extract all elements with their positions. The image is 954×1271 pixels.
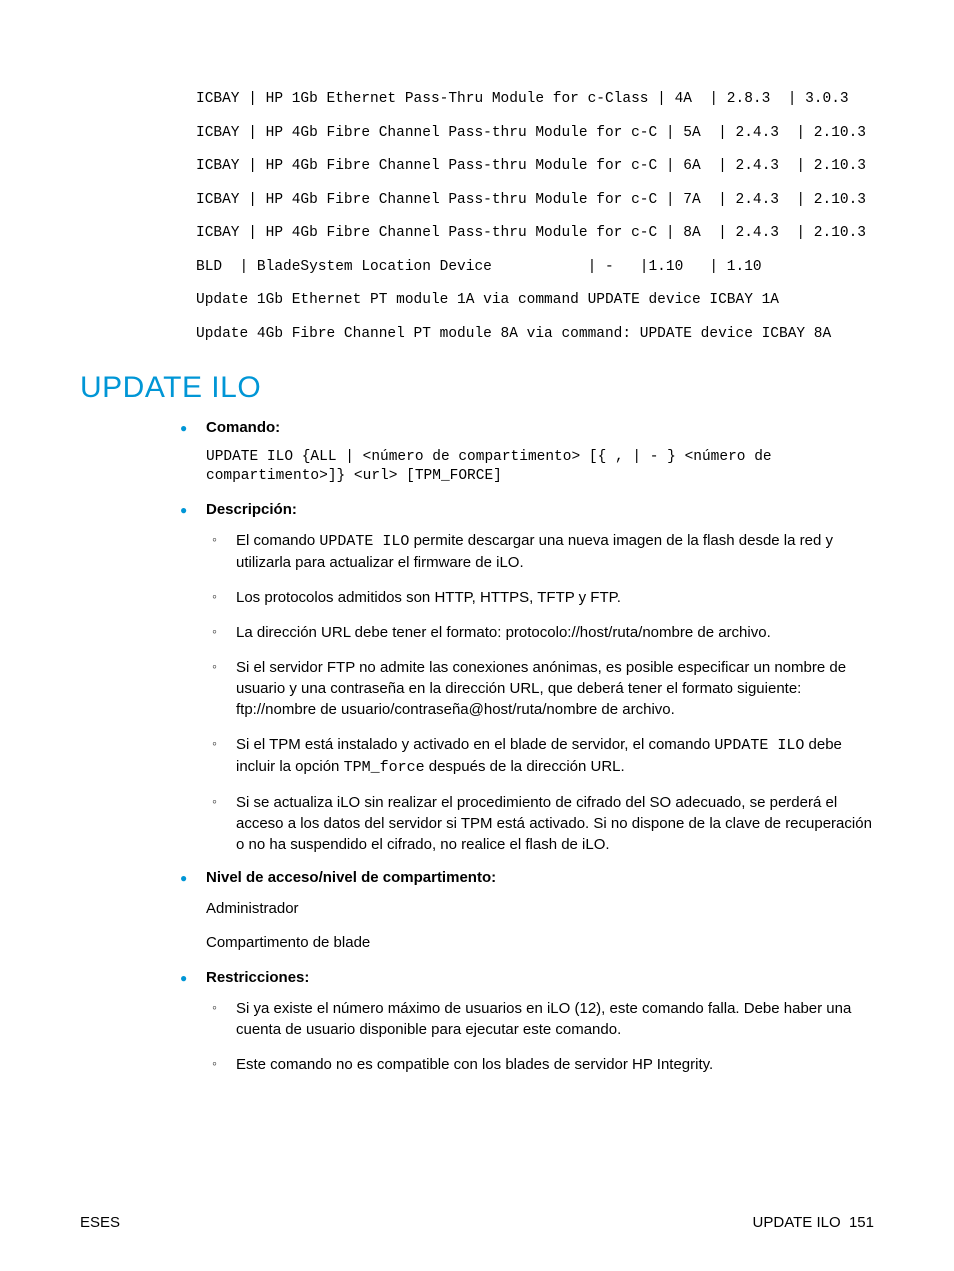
fw-row: ICBAY | HP 4Gb Fibre Channel Pass-thru M… [196,124,874,144]
desc-sub-item: Si se actualiza iLO sin realizar el proc… [212,792,874,855]
descripcion-item: Descripción: El comando UPDATE ILO permi… [180,501,874,855]
fw-note: Update 4Gb Fibre Channel PT module 8A vi… [196,325,874,345]
descripcion-label: Descripción: [206,501,297,518]
inline-code: UPDATE ILO [319,533,409,550]
desc-sub-item: El comando UPDATE ILO permite descargar … [212,530,874,573]
desc-text: El comando [236,532,319,549]
desc-text: después de la dirección URL. [425,758,625,775]
fw-row: BLD | BladeSystem Location Device | - |1… [196,258,874,278]
desc-sub-item: Si el servidor FTP no admite las conexio… [212,657,874,720]
footer-page-number: 151 [849,1214,874,1231]
fw-row: ICBAY | HP 1Gb Ethernet Pass-Thru Module… [196,90,874,110]
descripcion-sublist: El comando UPDATE ILO permite descargar … [212,530,874,855]
fw-note: Update 1Gb Ethernet PT module 1A via com… [196,291,874,311]
page: ICBAY | HP 1Gb Ethernet Pass-Thru Module… [0,0,954,1271]
section-heading-update-ilo: UPDATE ILO [80,371,874,405]
nivel-label: Nivel de acceso/nivel de compartimento: [206,869,496,886]
inline-code: UPDATE ILO [714,737,804,754]
inline-code: TPM_force [344,759,425,776]
footer-section-name: UPDATE ILO [753,1214,841,1231]
fw-row: ICBAY | HP 4Gb Fibre Channel Pass-thru M… [196,191,874,211]
firmware-table-block: ICBAY | HP 1Gb Ethernet Pass-Thru Module… [196,90,874,345]
restricciones-item: Restricciones: Si ya existe el número má… [180,969,874,1075]
fw-row: ICBAY | HP 4Gb Fibre Channel Pass-thru M… [196,224,874,244]
comando-syntax: UPDATE ILO {ALL | <número de compartimen… [206,448,874,487]
nivel-item: Nivel de acceso/nivel de compartimento: … [180,869,874,955]
restr-sub-item: Este comando no es compatible con los bl… [212,1054,874,1075]
fw-row: ICBAY | HP 4Gb Fibre Channel Pass-thru M… [196,157,874,177]
command-details-list: Comando: UPDATE ILO {ALL | <número de co… [180,419,874,1075]
nivel-value: Compartimento de blade [206,932,874,955]
comando-label: Comando: [206,419,280,436]
desc-text: Si el TPM está instalado y activado en e… [236,736,714,753]
restricciones-label: Restricciones: [206,969,309,986]
restricciones-sublist: Si ya existe el número máximo de usuario… [212,998,874,1075]
nivel-value: Administrador [206,898,874,921]
page-footer: ESES UPDATE ILO 151 [80,1214,874,1231]
desc-sub-item: La dirección URL debe tener el formato: … [212,622,874,643]
desc-sub-item: Si el TPM está instalado y activado en e… [212,734,874,778]
footer-left: ESES [80,1214,120,1231]
restr-sub-item: Si ya existe el número máximo de usuario… [212,998,874,1040]
desc-sub-item: Los protocolos admitidos son HTTP, HTTPS… [212,587,874,608]
footer-right: UPDATE ILO 151 [753,1214,874,1231]
comando-item: Comando: UPDATE ILO {ALL | <número de co… [180,419,874,487]
